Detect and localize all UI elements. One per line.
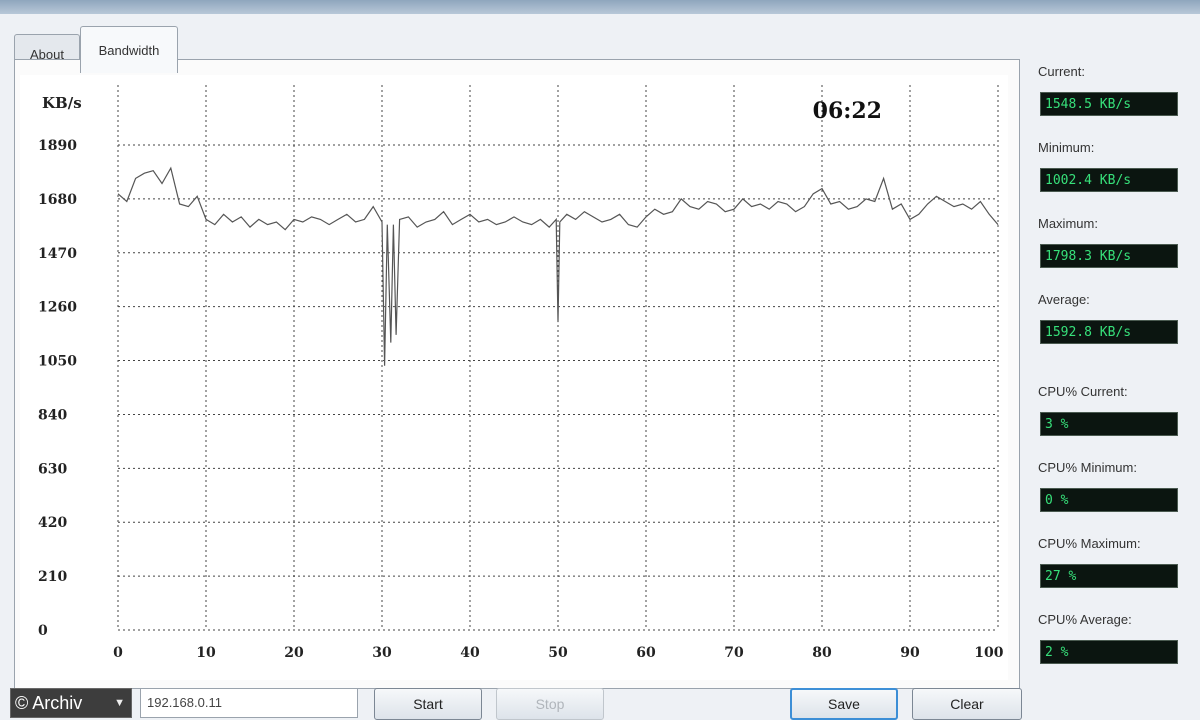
y-tick-label: 0 bbox=[38, 623, 48, 639]
cpu-average-display: 2 % bbox=[1040, 640, 1178, 664]
y-tick-label: 420 bbox=[38, 515, 67, 531]
x-tick-label: 20 bbox=[284, 645, 304, 661]
cpu-minimum-label: CPU% Minimum: bbox=[1038, 460, 1137, 475]
cpu-current-display: 3 % bbox=[1040, 412, 1178, 436]
window-titlebar bbox=[0, 0, 1200, 14]
y-tick-label: 1470 bbox=[38, 246, 77, 262]
ip-address-input[interactable]: 192.168.0.11 bbox=[140, 688, 358, 718]
x-tick-label: 30 bbox=[372, 645, 392, 661]
cpu-minimum-display: 0 % bbox=[1040, 488, 1178, 512]
y-tick-label: 1260 bbox=[38, 300, 77, 316]
minimum-label: Minimum: bbox=[1038, 140, 1095, 155]
interface-dropdown[interactable]: © Archiv ▼ bbox=[10, 688, 132, 718]
x-tick-label: 100 % bbox=[974, 645, 1008, 661]
x-tick-label: 80 bbox=[812, 645, 832, 661]
x-tick-label: 90 bbox=[900, 645, 920, 661]
cpu-maximum-label: CPU% Maximum: bbox=[1038, 536, 1141, 551]
cpu-average-label: CPU% Average: bbox=[1038, 612, 1132, 627]
x-tick-label: 40 bbox=[460, 645, 480, 661]
chart-grid bbox=[117, 85, 999, 631]
x-tick-label: 10 bbox=[196, 645, 216, 661]
y-tick-label: 1680 bbox=[38, 192, 77, 208]
cpu-maximum-display: 27 % bbox=[1040, 564, 1178, 588]
elapsed-time: 06:22 bbox=[813, 98, 882, 124]
y-axis-unit-label: KB/s bbox=[42, 94, 82, 112]
tab-bandwidth[interactable]: Bandwidth bbox=[80, 26, 178, 73]
current-label: Current: bbox=[1038, 64, 1085, 79]
minimum-display: 1002.4 KB/s bbox=[1040, 168, 1178, 192]
y-tick-label: 1890 bbox=[38, 138, 77, 154]
average-label: Average: bbox=[1038, 292, 1090, 307]
y-tick-label: 210 bbox=[38, 569, 67, 585]
average-display: 1592.8 KB/s bbox=[1040, 320, 1178, 344]
cpu-current-label: CPU% Current: bbox=[1038, 384, 1128, 399]
stop-button[interactable]: Stop bbox=[496, 688, 604, 720]
x-axis-ticks: 0 10 20 30 40 50 60 70 80 90 100 % bbox=[113, 645, 1022, 661]
y-tick-label: 840 bbox=[38, 407, 67, 423]
bandwidth-chart-svg: 0 210 420 630 840 1050 1260 1470 1680 1890 0 10 20 3… bbox=[38, 85, 1022, 661]
clear-button[interactable]: Clear bbox=[912, 688, 1022, 720]
x-tick-label: 70 bbox=[724, 645, 744, 661]
x-tick-label: 60 bbox=[636, 645, 656, 661]
chevron-down-icon[interactable]: ▼ bbox=[114, 689, 125, 717]
x-tick-label: 50 bbox=[548, 645, 568, 661]
x-tick-label: 0 bbox=[113, 645, 123, 661]
save-button[interactable]: Save bbox=[790, 688, 898, 720]
maximum-display: 1798.3 KB/s bbox=[1040, 244, 1178, 268]
dropdown-value: © Archiv bbox=[15, 693, 83, 713]
y-tick-label: 1050 bbox=[38, 354, 77, 370]
y-tick-label: 630 bbox=[38, 461, 67, 477]
current-display: 1548.5 KB/s bbox=[1040, 92, 1178, 116]
bandwidth-chart: 0 210 420 630 840 1050 1260 1470 1680 1890 0 10 20 3… bbox=[20, 75, 1022, 680]
control-bar: © Archiv ▼ 192.168.0.11 Start Stop Save … bbox=[0, 680, 1200, 720]
app-window: About Bandwidth 0 210 420 630 840 1050 1260 147… bbox=[0, 14, 1200, 720]
start-button[interactable]: Start bbox=[374, 688, 482, 720]
maximum-label: Maximum: bbox=[1038, 216, 1098, 231]
y-axis-ticks: 0 210 420 630 840 1050 1260 1470 1680 1890 bbox=[38, 138, 77, 639]
